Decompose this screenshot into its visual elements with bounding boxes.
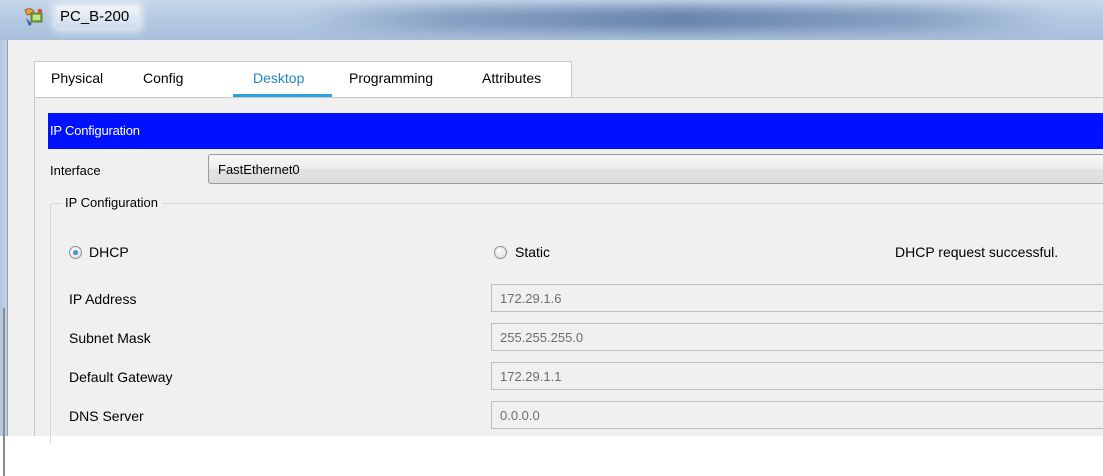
ip-config-group: IP Configuration DHCP Static DHCP reques… [50, 195, 1103, 443]
dns-server-value: 0.0.0.0 [500, 408, 540, 423]
subnet-mask-value: 255.255.255.0 [500, 330, 584, 345]
dhcp-radio[interactable] [69, 246, 82, 259]
subnet-mask-field[interactable]: 255.255.255.0 [491, 323, 1103, 351]
ip-config-header: IP Configuration [48, 113, 1103, 149]
window-titlebar[interactable]: PC_B-200 [0, 0, 1103, 40]
ip-address-field[interactable]: 172.29.1.6 [491, 284, 1103, 312]
static-radio[interactable] [494, 246, 507, 259]
resize-grip[interactable] [3, 308, 5, 476]
tab-strip: Physical Config Desktop Programming Attr… [34, 61, 572, 98]
static-label[interactable]: Static [515, 244, 550, 260]
dhcp-status-text: DHCP request successful. [895, 244, 1059, 260]
desktop-panel: IP Configuration Interface FastEthernet0… [34, 97, 1103, 443]
ip-config-header-title: IP Configuration [50, 123, 140, 138]
dns-server-field[interactable]: 0.0.0.0 [491, 401, 1103, 429]
interface-select-value: FastEthernet0 [218, 162, 300, 177]
window-frame-left [0, 40, 7, 476]
subnet-mask-label: Subnet Mask [69, 330, 151, 346]
ip-address-value: 172.29.1.6 [500, 291, 562, 306]
default-gateway-label: Default Gateway [69, 369, 173, 385]
default-gateway-field[interactable]: 172.29.1.1 [491, 362, 1103, 390]
tab-attributes[interactable]: Attributes [482, 70, 541, 86]
titlebar-glass [300, 6, 1060, 32]
interface-select[interactable]: FastEthernet0 [208, 154, 1103, 184]
ip-config-group-title: IP Configuration [61, 195, 162, 210]
window-frame-inner [7, 40, 16, 436]
pc-device-icon [24, 8, 43, 26]
dhcp-label[interactable]: DHCP [89, 244, 129, 260]
ip-address-label: IP Address [69, 291, 137, 307]
window-client-area: Physical Config Desktop Programming Attr… [16, 40, 1103, 443]
tab-programming[interactable]: Programming [349, 70, 433, 86]
dns-server-label: DNS Server [69, 408, 144, 424]
interface-label: Interface [50, 163, 101, 178]
window-title: PC_B-200 [56, 6, 140, 28]
tab-desktop[interactable]: Desktop [253, 70, 304, 86]
tab-config[interactable]: Config [143, 70, 183, 86]
tab-physical[interactable]: Physical [51, 70, 103, 86]
default-gateway-value: 172.29.1.1 [500, 369, 562, 384]
